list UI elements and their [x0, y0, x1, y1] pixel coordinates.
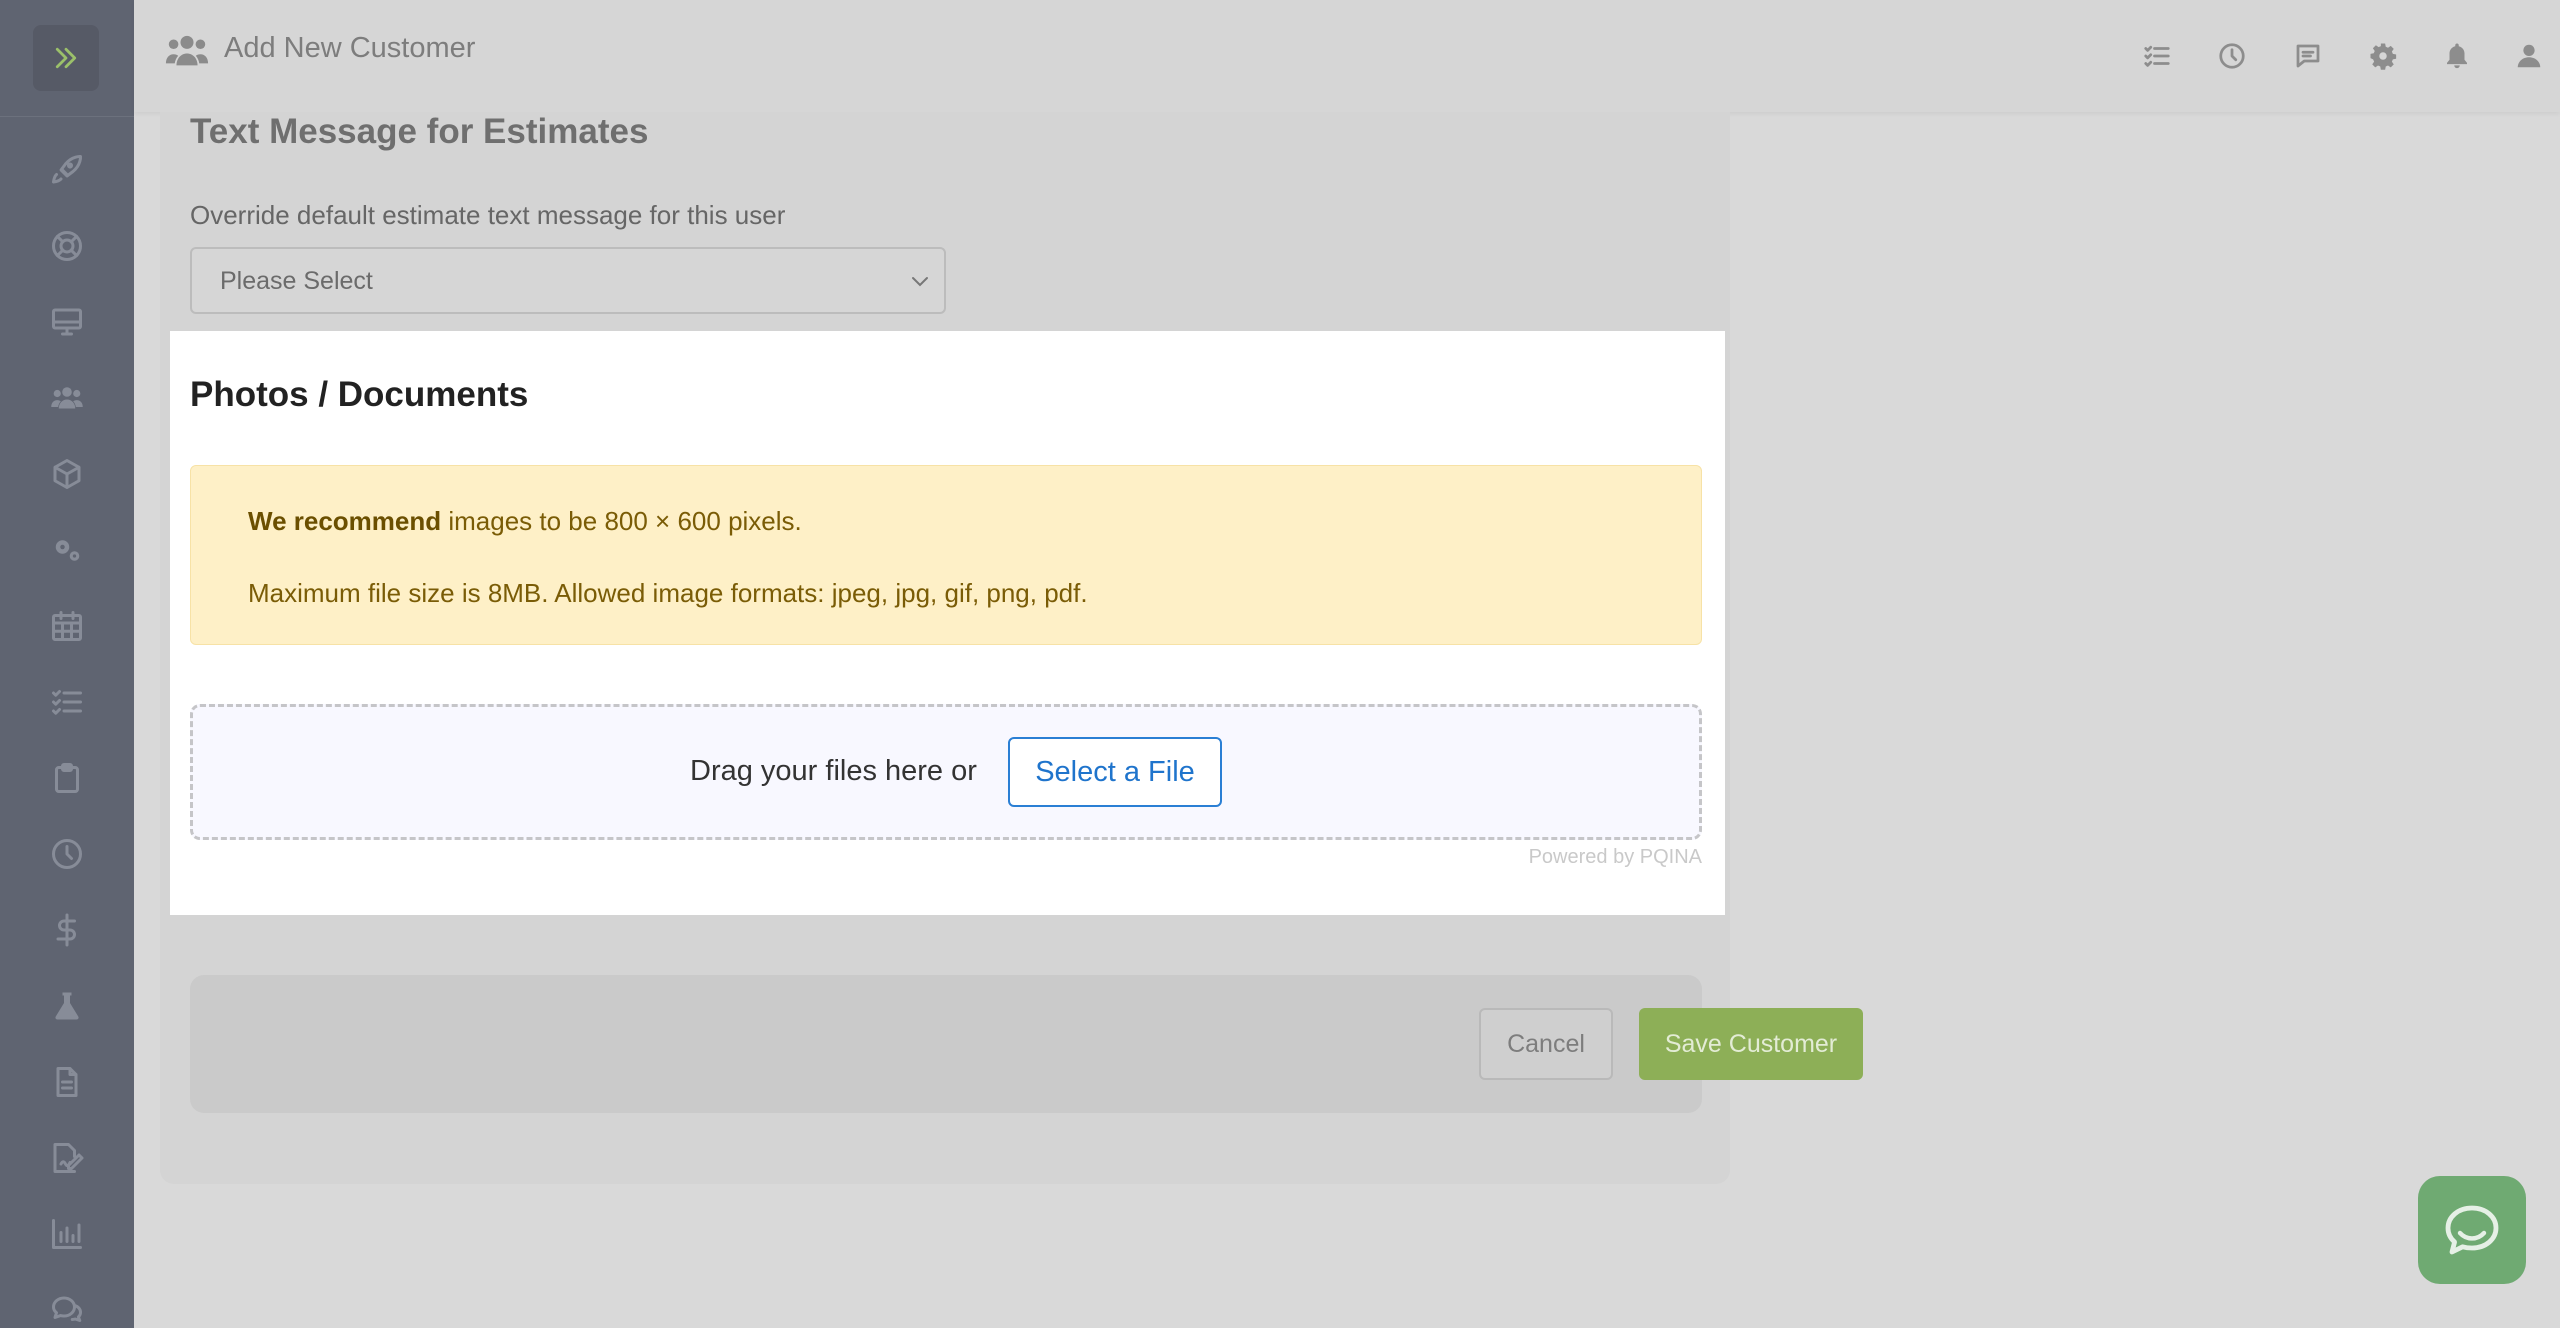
header-tasks-button[interactable] [2137, 36, 2177, 76]
alert-recommendation: We recommend images to be 800 × 600 pixe… [248, 506, 802, 537]
header-settings-button[interactable] [2363, 36, 2403, 76]
sidebar-item-monitor[interactable] [45, 300, 89, 344]
users-icon [165, 35, 209, 66]
document-icon [56, 1067, 78, 1097]
clock-icon [52, 839, 82, 869]
sidebar-item-settings[interactable] [45, 528, 89, 572]
chat-bubble-icon [2445, 1205, 2499, 1255]
chat-bubbles-icon [52, 1296, 82, 1322]
sidebar-toggle-button[interactable] [33, 25, 99, 91]
clipboard-icon [55, 763, 79, 793]
select-file-button[interactable]: Select a File [1008, 737, 1222, 807]
sidebar-item-messages[interactable] [45, 1288, 89, 1328]
header-profile-button[interactable] [2509, 36, 2549, 76]
signature-icon [53, 1143, 84, 1173]
drop-zone-text: Drag your files here or [690, 755, 977, 787]
header-messages-button[interactable] [2288, 36, 2328, 76]
task-list-icon [2144, 45, 2170, 67]
alert-bold-text: We recommend [248, 506, 442, 536]
select-value: Please Select [220, 267, 373, 295]
message-icon [2296, 44, 2320, 68]
flask-icon [55, 992, 79, 1020]
users-icon [51, 387, 83, 409]
text-message-section-title: Text Message for Estimates [190, 112, 649, 151]
sidebar-item-billing[interactable] [45, 908, 89, 952]
top-header: Add New Customer [134, 0, 2560, 112]
powered-by-credit[interactable]: Powered by PQINA [1529, 846, 1702, 869]
file-drop-zone[interactable]: Drag your files here or Select a File [190, 704, 1702, 840]
sidebar-item-documents[interactable] [45, 1060, 89, 1104]
sidebar-item-reports[interactable] [45, 1212, 89, 1256]
bell-icon [2447, 43, 2467, 69]
form-actions-bar: Cancel Save Customer [190, 975, 1863, 1113]
chevron-down-icon [912, 277, 928, 287]
lifebuoy-icon [52, 231, 82, 261]
sidebar-item-clipboard[interactable] [45, 756, 89, 800]
user-icon [2517, 44, 2541, 68]
sidebar-item-lab[interactable] [45, 984, 89, 1028]
checklist-icon [52, 690, 82, 715]
override-message-label: Override default estimate text message f… [190, 200, 786, 230]
sidebar-divider [0, 116, 134, 117]
calendar-icon [52, 611, 82, 641]
bar-chart-icon [52, 1219, 82, 1249]
sidebar-item-signatures[interactable] [45, 1136, 89, 1180]
box-icon [53, 459, 81, 489]
sidebar-item-tasks[interactable] [45, 680, 89, 724]
sidebar-item-inventory[interactable] [45, 452, 89, 496]
rocket-icon [52, 154, 83, 184]
sidebar-item-dashboard[interactable] [45, 148, 89, 192]
alert-file-limits: Maximum file size is 8MB. Allowed image … [248, 578, 1088, 608]
chat-widget-button[interactable] [2418, 1176, 2526, 1284]
gears-icon [55, 540, 80, 561]
page-title: Add New Customer [224, 32, 476, 64]
alert-line1-text: images to be 800 × 600 pixels. [441, 506, 802, 536]
header-history-button[interactable] [2212, 36, 2252, 76]
photos-section-title: Photos / Documents [190, 375, 529, 414]
monitor-icon [52, 308, 82, 336]
dollar-icon [56, 913, 76, 947]
save-customer-button[interactable]: Save Customer [1639, 1008, 1863, 1080]
clock-icon [2219, 43, 2245, 69]
sidebar-item-calendar[interactable] [45, 604, 89, 648]
gear-icon [2370, 43, 2397, 70]
photos-documents-panel: Photos / Documents We recommend images t… [170, 331, 1725, 915]
double-chevron-right-icon [55, 47, 77, 69]
header-notifications-button[interactable] [2437, 36, 2477, 76]
sidebar [0, 0, 134, 1328]
sidebar-item-customers[interactable] [45, 376, 89, 420]
sidebar-item-support[interactable] [45, 224, 89, 268]
sidebar-item-time[interactable] [45, 832, 89, 876]
estimate-message-select[interactable]: Please Select [190, 247, 946, 314]
cancel-button[interactable]: Cancel [1479, 1008, 1613, 1080]
upload-info-alert: We recommend images to be 800 × 600 pixe… [190, 465, 1702, 645]
